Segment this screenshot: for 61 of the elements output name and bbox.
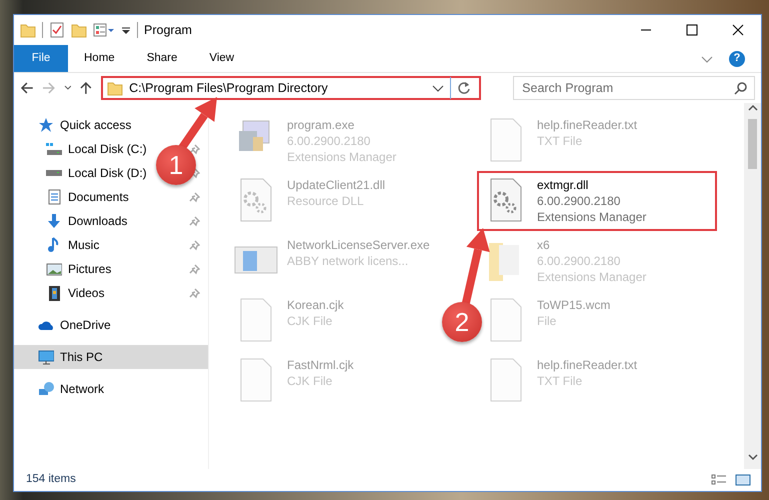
download-arrow-icon [46, 213, 62, 229]
file-detail: CJK File [287, 313, 334, 329]
address-bar[interactable]: C:\Program Files\Program Directory [101, 76, 482, 100]
sidebar-item[interactable]: This PC [38, 348, 103, 366]
star-icon [38, 117, 54, 133]
sidebar-item[interactable]: Videos [46, 284, 104, 302]
address-path: C:\Program Files\Program Directory [129, 80, 329, 97]
network-icon [38, 381, 54, 397]
document-icon [46, 189, 62, 205]
file-detail: 6.00.2900.2180 [287, 133, 372, 149]
file-menu-button[interactable]: File [14, 45, 68, 72]
drive-icon [46, 170, 62, 176]
file-detail: TXT File [537, 133, 584, 149]
search-icon[interactable] [734, 81, 748, 95]
sidebar-item[interactable]: Local Disk (D:) [46, 164, 147, 182]
ribbon-tab[interactable]: Home [68, 45, 131, 72]
file-detail: Extensions Manager [287, 149, 396, 165]
file-detail: Resource DLL [287, 193, 365, 209]
film-icon [46, 285, 62, 301]
sidebar-item[interactable]: Quick access [38, 116, 132, 134]
file-detail: 6.00.2900.2180 [537, 253, 622, 269]
step-number: 1 [156, 145, 196, 185]
close-icon[interactable] [732, 24, 744, 36]
search-field[interactable]: Search Program [513, 76, 755, 100]
file-detail: Extensions Manager [537, 209, 646, 225]
scroll-up-icon[interactable] [748, 103, 758, 113]
sidebar-item[interactable]: Documents [46, 188, 129, 206]
sidebar-item[interactable]: Network [38, 380, 104, 398]
sidebar-item[interactable]: Local Disk (C:) [46, 140, 147, 158]
refresh-icon[interactable] [457, 81, 472, 95]
computer-icon [38, 349, 54, 365]
ribbon-tab[interactable]: View [193, 45, 250, 72]
back-arrow-icon[interactable] [20, 81, 34, 95]
ribbon-tab[interactable]: Share [130, 45, 194, 72]
sidebar-item[interactable]: OneDrive [38, 316, 111, 334]
step-number: 2 [442, 302, 482, 342]
sidebar-item[interactable]: Downloads [46, 212, 128, 230]
drive-icon [46, 141, 62, 157]
scrollbar-thumb[interactable] [748, 119, 757, 169]
file-detail: Extensions Manager [537, 269, 646, 285]
scroll-down-icon[interactable] [748, 452, 758, 462]
file-detail: TXT File [537, 373, 584, 389]
file-detail: 6.00.2900.2180 [537, 193, 622, 209]
tiles-view-icon[interactable] [735, 473, 751, 487]
picture-icon [46, 261, 62, 277]
maximize-icon[interactable] [686, 24, 698, 36]
properties-icon[interactable] [93, 22, 115, 38]
up-arrow-icon[interactable] [79, 81, 94, 95]
sidebar-item[interactable]: Pictures [46, 260, 112, 278]
file-name[interactable]: extmgr.dll [537, 177, 646, 193]
folder-icon [107, 80, 124, 96]
file-detail: ABBY network licens... [287, 253, 410, 269]
window-title: Program [144, 22, 192, 39]
scrollbar[interactable] [744, 103, 761, 469]
item-count: 154 items [26, 472, 76, 488]
checklist-icon[interactable] [49, 22, 65, 38]
help-button[interactable]: ? [729, 50, 745, 66]
file-detail: CJK File [287, 373, 334, 389]
sidebar-item[interactable]: Music [46, 236, 100, 254]
file-detail: File [537, 313, 558, 329]
details-view-icon[interactable] [711, 473, 727, 487]
